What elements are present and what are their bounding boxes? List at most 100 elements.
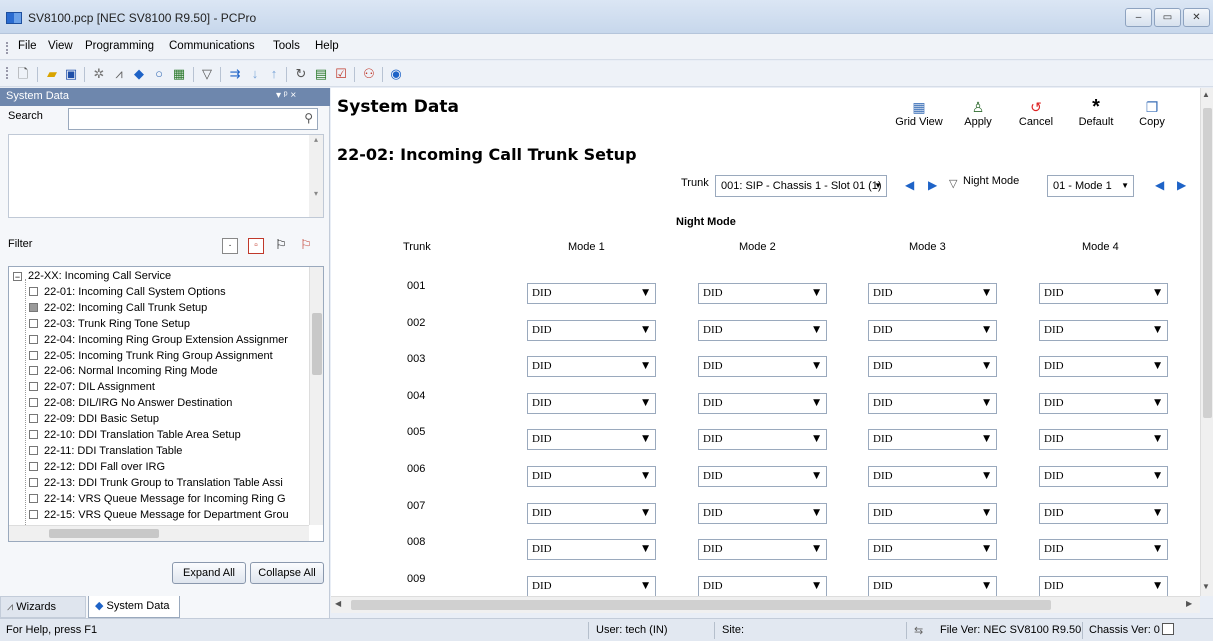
menu-programming[interactable]: Programming (85, 40, 154, 52)
refresh-icon[interactable]: ↻ (293, 66, 309, 82)
wizard-icon[interactable]: ⩘ (111, 66, 127, 82)
mode-1-select[interactable]: DID ▼ (527, 392, 656, 414)
mode-4-select[interactable]: DID ▼ (1039, 466, 1168, 487)
download-icon[interactable]: ↓ (247, 66, 263, 82)
mode-1-select[interactable]: DID ▼ (527, 502, 656, 524)
night-mode-prev-icon[interactable]: ◀ (1155, 178, 1164, 192)
settings-icon[interactable]: ✲ (91, 66, 107, 82)
collapse-all-button[interactable]: Collapse All (250, 562, 324, 584)
tree-item[interactable]: 22-01: Incoming Call System Options (29, 285, 226, 300)
mode-3-select[interactable]: DID ▼ (868, 539, 997, 561)
tree-item[interactable]: 22-11: DDI Translation Table (29, 444, 182, 459)
mode-2-select[interactable]: DID ▼ (698, 502, 827, 524)
help-icon[interactable]: ◉ (388, 66, 404, 82)
tree-horizontal-scrollbar[interactable] (9, 525, 309, 541)
tree-item[interactable]: 22-14: VRS Queue Message for Incoming Ri… (29, 492, 286, 507)
mode-4-select[interactable]: DID ▼ (1039, 502, 1168, 524)
expand-all-button[interactable]: Expand All (172, 562, 246, 584)
mode-3-select[interactable]: DID ▼ (868, 392, 997, 414)
mode-4-select[interactable]: DID ▼ (1039, 575, 1168, 597)
scroll-left-icon[interactable]: ◀ (335, 599, 341, 608)
mode-3-select[interactable]: DID ▼ (868, 283, 997, 304)
users-icon[interactable]: ⚇ (361, 66, 377, 82)
new-file-icon[interactable]: 🗋 (15, 66, 31, 82)
copy-button[interactable]: ❐ Copy (1127, 98, 1177, 128)
tab-system-data[interactable]: ◆ System Data (88, 596, 180, 618)
main-horizontal-scrollbar[interactable]: ◀ ▶ (331, 596, 1200, 613)
menu-view[interactable]: View (48, 40, 73, 52)
mode-2-select[interactable]: DID ▼ (698, 356, 827, 378)
mode-1-select[interactable]: DID ▼ (527, 466, 656, 487)
mode-1-select[interactable]: DID ▼ (527, 575, 656, 597)
tree-scroll-thumb[interactable] (312, 313, 322, 375)
tree-item[interactable]: 22-07: DIL Assignment (29, 380, 155, 395)
scroll-up-icon[interactable]: ▲ (1202, 90, 1210, 99)
mode-3-select[interactable]: DID ▼ (868, 429, 997, 451)
filter-icon[interactable]: ▽ (199, 66, 215, 82)
transfer-icon[interactable]: ⇉ (227, 66, 243, 82)
mode-2-select[interactable]: DID ▼ (698, 466, 827, 487)
filter-icon[interactable]: ▽ (949, 177, 957, 190)
tab-wizards[interactable]: ⩘ Wizards (0, 596, 86, 618)
tree-item[interactable]: 22-15: VRS Queue Message for Department … (29, 508, 289, 523)
tree-group-22xx[interactable]: −22-XX: Incoming Call Service (13, 269, 171, 284)
main-hscroll-thumb[interactable] (351, 600, 1051, 610)
close-button[interactable]: ✕ (1183, 8, 1210, 27)
tree-item[interactable]: 22-04: Incoming Ring Group Extension Ass… (29, 333, 288, 348)
tree-item[interactable]: 22-02: Incoming Call Trunk Setup (29, 301, 207, 316)
trunk-select[interactable]: 001: SIP - Chassis 1 - Slot 01 (1) ▼ (715, 175, 887, 197)
cube-icon[interactable]: ◆ (131, 66, 147, 82)
mode-1-select[interactable]: DID ▼ (527, 283, 656, 304)
upload-icon[interactable]: ↑ (266, 66, 282, 82)
mode-2-select[interactable]: DID ▼ (698, 575, 827, 597)
menu-tools[interactable]: Tools (273, 40, 300, 52)
default-button[interactable]: * Default (1071, 97, 1121, 128)
check-icon[interactable]: ☑ (333, 66, 349, 82)
pane-header-controls[interactable]: ▾ ᵖ × (276, 90, 296, 101)
mode-1-select[interactable]: DID ▼ (527, 356, 656, 378)
menu-communications[interactable]: Communications (169, 40, 255, 52)
night-mode-next-icon[interactable]: ▶ (1177, 178, 1186, 192)
mode-4-select[interactable]: DID ▼ (1039, 283, 1168, 304)
tree-item[interactable]: 22-09: DDI Basic Setup (29, 412, 159, 427)
tree-vertical-scrollbar[interactable] (309, 267, 323, 525)
mode-4-select[interactable]: DID ▼ (1039, 539, 1168, 561)
mode-2-select[interactable]: DID ▼ (698, 392, 827, 414)
tree-item[interactable]: 22-03: Trunk Ring Tone Setup (29, 317, 190, 332)
tree-item[interactable]: 22-05: Incoming Trunk Ring Group Assignm… (29, 349, 273, 364)
filter-modified-icon[interactable]: ▫ (248, 238, 264, 254)
save-icon[interactable]: ▣ (63, 66, 79, 82)
mode-3-select[interactable]: DID ▼ (868, 466, 997, 487)
mode-3-select[interactable]: DID ▼ (868, 356, 997, 378)
main-scroll-thumb[interactable] (1203, 108, 1212, 418)
tree-item[interactable]: 22-10: DDI Translation Table Area Setup (29, 428, 241, 443)
mode-1-select[interactable]: DID ▼ (527, 429, 656, 451)
mode-3-select[interactable]: DID ▼ (868, 575, 997, 597)
tree-item[interactable]: 22-12: DDI Fall over IRG (29, 460, 165, 475)
mode-2-select[interactable]: DID ▼ (698, 429, 827, 451)
tree-item[interactable]: 22-13: DDI Trunk Group to Translation Ta… (29, 476, 283, 491)
menu-file[interactable]: File (18, 40, 37, 52)
cancel-button[interactable]: ↺ Cancel (1011, 98, 1061, 128)
scroll-right-icon[interactable]: ▶ (1186, 599, 1192, 608)
mode-4-select[interactable]: DID ▼ (1039, 356, 1168, 378)
filter-flag-red-icon[interactable]: ⚐ (298, 238, 314, 254)
mode-3-select[interactable]: DID ▼ (868, 319, 997, 341)
filter-unconfigured-icon[interactable]: · (222, 238, 238, 254)
mode-1-select[interactable]: DID ▼ (527, 319, 656, 341)
maximize-button[interactable]: ▭ (1154, 8, 1181, 27)
filter-flag-icon[interactable]: ⚐ (273, 238, 289, 254)
mode-3-select[interactable]: DID ▼ (868, 502, 997, 524)
scroll-down-icon[interactable]: ▼ (1202, 582, 1210, 591)
mode-2-select[interactable]: DID ▼ (698, 319, 827, 341)
mode-2-select[interactable]: DID ▼ (698, 283, 827, 304)
mode-4-select[interactable]: DID ▼ (1039, 429, 1168, 451)
tree-item[interactable]: 22-08: DIL/IRG No Answer Destination (29, 396, 232, 411)
mode-4-select[interactable]: DID ▼ (1039, 392, 1168, 414)
apply-button[interactable]: ♙ Apply (953, 98, 1003, 128)
program-tree[interactable]: −22-XX: Incoming Call Service 22-01: Inco… (8, 266, 324, 542)
mode-4-select[interactable]: DID ▼ (1039, 319, 1168, 341)
search-input[interactable]: ⚲ (68, 108, 318, 130)
status-checkbox[interactable] (1162, 623, 1174, 635)
search-results-scrollbar[interactable]: ▴ ▾ (309, 135, 323, 217)
